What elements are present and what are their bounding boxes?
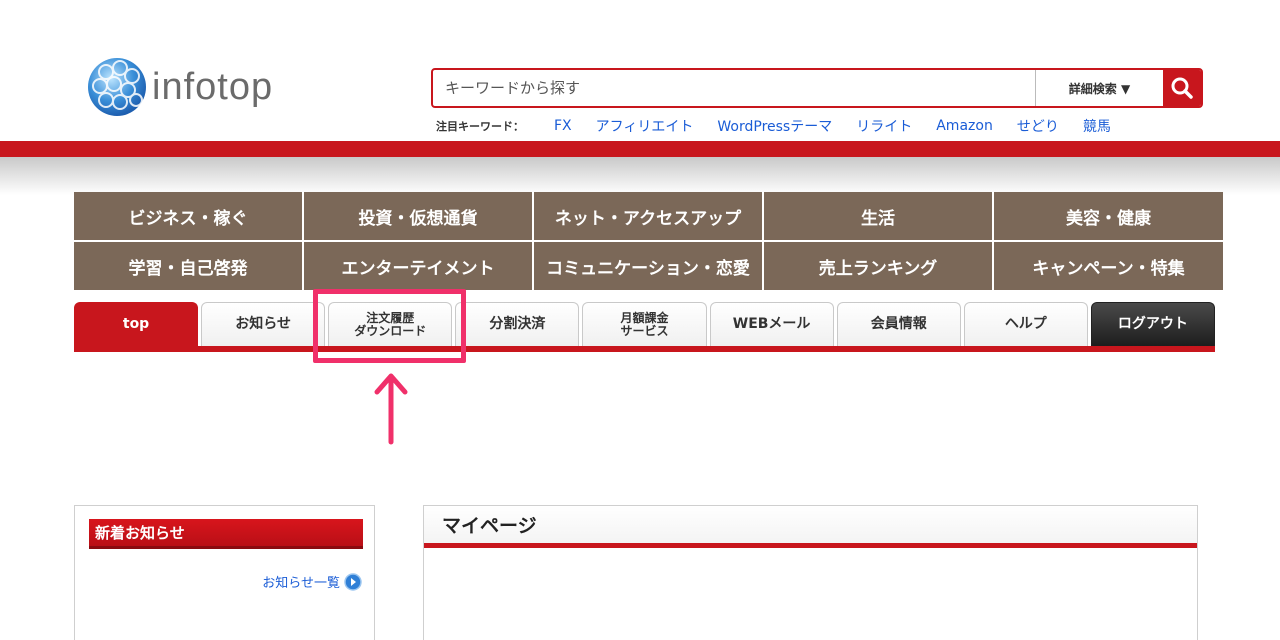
trending-keywords: 注目キーワード： FX アフィリエイト WordPressテーマ リライト Am… bbox=[436, 116, 1135, 136]
tabs-underline bbox=[74, 346, 1215, 352]
tab-member-info[interactable]: 会員情報 bbox=[836, 302, 961, 346]
logout-button[interactable]: ログアウト bbox=[1090, 302, 1215, 346]
tab-label: 会員情報 bbox=[870, 316, 927, 333]
arrow-up-icon bbox=[374, 373, 408, 445]
search-button[interactable] bbox=[1163, 70, 1201, 106]
keywords-label: 注目キーワード： bbox=[436, 120, 524, 133]
globe-logo-icon bbox=[88, 58, 146, 116]
news-list-label: お知らせ一覧 bbox=[262, 576, 340, 591]
category-life[interactable]: 生活 bbox=[764, 192, 992, 240]
category-nav: ビジネス・稼ぐ 投資・仮想通貨 ネット・アクセスアップ 生活 美容・健康 学習・… bbox=[74, 192, 1223, 290]
tab-help[interactable]: ヘルプ bbox=[963, 302, 1088, 346]
search-bar: 詳細検索 ▼ bbox=[431, 68, 1203, 108]
keyword-link[interactable]: せどり bbox=[1017, 116, 1059, 136]
category-campaign[interactable]: キャンペーン・特集 bbox=[994, 242, 1223, 290]
keyword-link[interactable]: FX bbox=[554, 118, 572, 134]
category-investment[interactable]: 投資・仮想通貨 bbox=[304, 192, 532, 240]
category-entertainment[interactable]: エンターテイメント bbox=[304, 242, 532, 290]
header-shadow-band bbox=[0, 157, 1280, 195]
news-list-link[interactable]: お知らせ一覧 bbox=[262, 572, 362, 591]
tab-label: WEBメール bbox=[732, 316, 811, 333]
tab-label: top bbox=[122, 316, 150, 333]
category-learning[interactable]: 学習・自己啓発 bbox=[74, 242, 302, 290]
tab-label: 分割決済 bbox=[489, 316, 546, 333]
keyword-link[interactable]: 競馬 bbox=[1083, 116, 1111, 136]
tab-label: お知らせ bbox=[235, 316, 292, 333]
main-panel: マイページ bbox=[423, 505, 1198, 640]
tab-label: ログアウト bbox=[1117, 316, 1188, 333]
news-sidebar: 新着お知らせ お知らせ一覧 bbox=[74, 505, 375, 640]
search-input[interactable] bbox=[433, 70, 1035, 106]
tab-monthly-service[interactable]: 月額課金 サービス bbox=[582, 302, 707, 346]
category-ranking[interactable]: 売上ランキング bbox=[764, 242, 992, 290]
category-communication[interactable]: コミュニケーション・恋愛 bbox=[534, 242, 762, 290]
page-title: マイページ bbox=[424, 506, 1197, 548]
category-business[interactable]: ビジネス・稼ぐ bbox=[74, 192, 302, 240]
keyword-link[interactable]: Amazon bbox=[936, 118, 993, 134]
sidebar-title: 新着お知らせ bbox=[89, 519, 363, 549]
keyword-link[interactable]: WordPressテーマ bbox=[717, 116, 832, 136]
site-logo[interactable]: infotop bbox=[86, 56, 273, 118]
mypage-tabs: top お知らせ 注文履歴 ダウンロード 分割決済 月額課金 サービス WEBメール… bbox=[74, 302, 1215, 346]
tab-top[interactable]: top bbox=[74, 302, 199, 346]
tab-label: 月額課金 サービス bbox=[620, 310, 669, 338]
logo-text: infotop bbox=[152, 65, 274, 108]
keyword-link[interactable]: アフィリエイト bbox=[596, 116, 694, 136]
tab-label: ヘルプ bbox=[1004, 316, 1047, 333]
search-icon bbox=[1171, 77, 1193, 99]
tab-installment[interactable]: 分割決済 bbox=[455, 302, 580, 346]
header-red-bar bbox=[0, 141, 1280, 157]
circle-arrow-right-icon bbox=[344, 572, 362, 591]
tab-news[interactable]: お知らせ bbox=[201, 302, 326, 346]
highlight-box bbox=[313, 289, 466, 363]
keyword-link[interactable]: リライト bbox=[856, 116, 912, 136]
advanced-search-button[interactable]: 詳細検索 ▼ bbox=[1035, 70, 1163, 106]
category-beauty-health[interactable]: 美容・健康 bbox=[994, 192, 1223, 240]
category-net-access[interactable]: ネット・アクセスアップ bbox=[534, 192, 762, 240]
tab-webmail[interactable]: WEBメール bbox=[709, 302, 834, 346]
